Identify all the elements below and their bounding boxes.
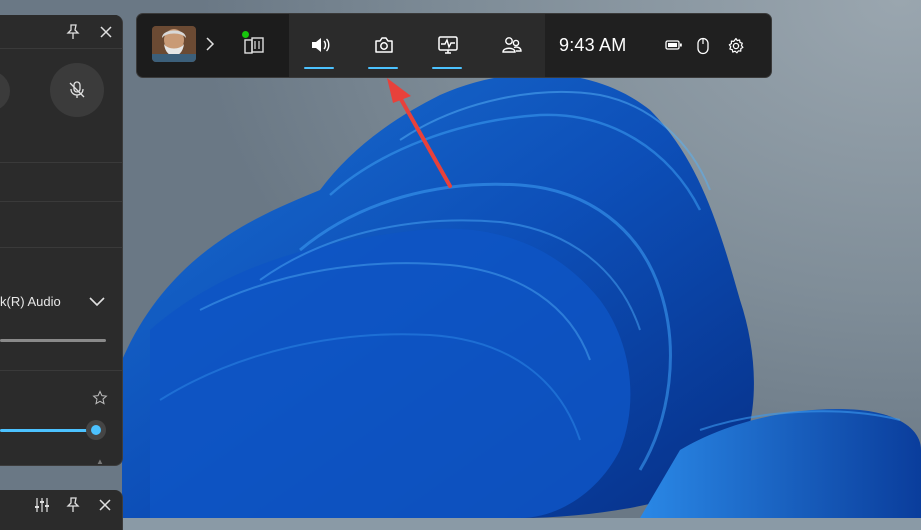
- annotation-arrow: [387, 78, 452, 188]
